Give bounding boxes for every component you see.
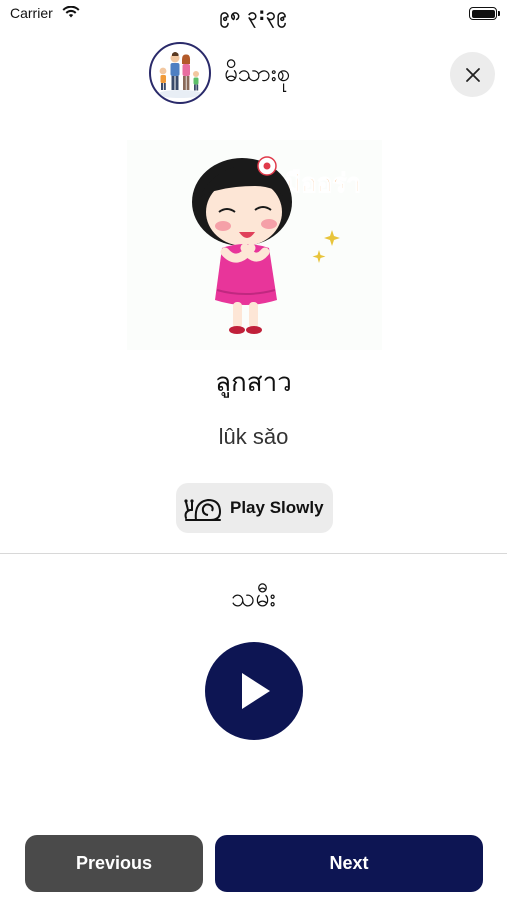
status-bar: Carrier ၉၈ ၃:၃၉ xyxy=(0,0,507,30)
thai-word: ลูกสาว xyxy=(215,368,292,398)
divider xyxy=(0,553,507,554)
play-slowly-button[interactable]: Play Slowly xyxy=(176,483,333,533)
snail-icon xyxy=(184,498,222,521)
next-button[interactable]: Next xyxy=(215,835,483,892)
burmese-translation: သမီး xyxy=(231,583,276,612)
category-title: မိသားစု xyxy=(224,59,291,87)
close-button[interactable] xyxy=(450,52,495,97)
play-slowly-label: Play Slowly xyxy=(230,498,324,517)
family-avatar-icon xyxy=(149,42,211,104)
status-time: ၉၈ ၃:၃၉ xyxy=(219,5,288,25)
previous-label: Previous xyxy=(75,853,153,873)
play-audio-button[interactable] xyxy=(205,642,303,740)
romanization: lûk sǎo xyxy=(218,424,289,449)
close-icon xyxy=(465,67,480,82)
next-label: Next xyxy=(329,853,369,873)
play-icon xyxy=(242,673,270,709)
header: မိသားစု xyxy=(0,42,507,106)
battery-icon xyxy=(469,7,500,20)
previous-button[interactable]: Previous xyxy=(25,835,203,892)
girl-sticker-illustration: มืออร่า xyxy=(127,140,382,350)
sticker-text: มืออร่า xyxy=(284,169,361,199)
